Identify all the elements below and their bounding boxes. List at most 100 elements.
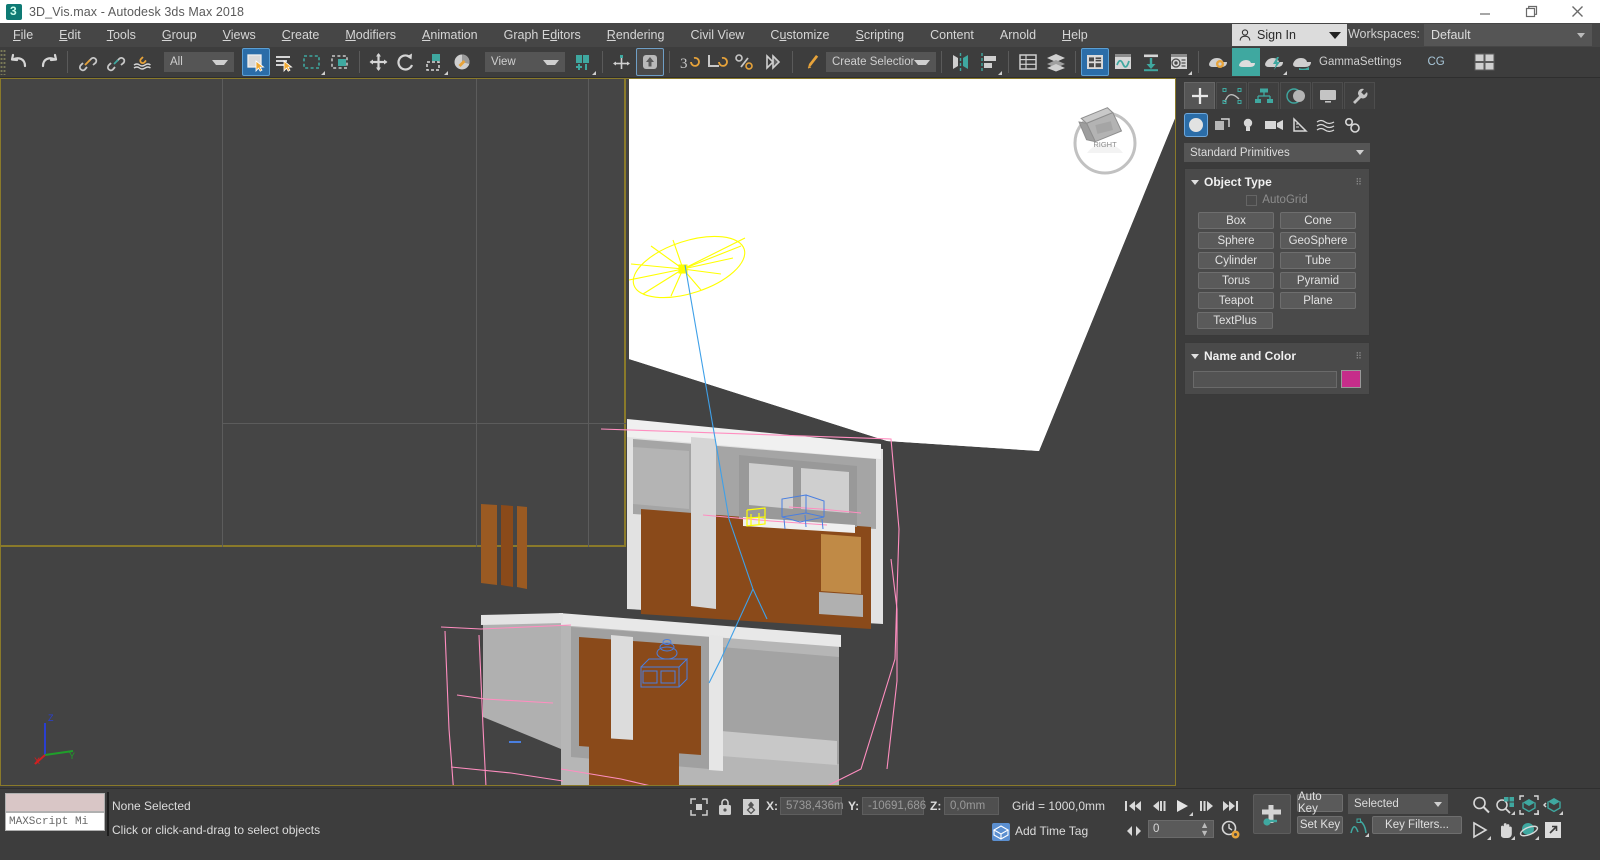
gamma-settings-label[interactable]: GammaSettings bbox=[1319, 56, 1401, 68]
chevron-down-icon[interactable] bbox=[1329, 31, 1341, 39]
chevron-down-icon[interactable] bbox=[1356, 150, 1364, 155]
undo-icon[interactable] bbox=[6, 48, 34, 76]
rendered-frame-window-icon[interactable] bbox=[1232, 48, 1260, 76]
goto-start-icon[interactable] bbox=[1122, 795, 1144, 817]
time-configuration-icon[interactable] bbox=[1219, 819, 1241, 841]
minimize-icon[interactable] bbox=[1462, 0, 1508, 23]
key-mode-toggle-icon[interactable] bbox=[1124, 820, 1146, 842]
flyout-corner-icon[interactable] bbox=[1511, 836, 1515, 840]
unlink-selection-icon[interactable] bbox=[101, 48, 129, 76]
chevron-down-icon[interactable] bbox=[914, 59, 930, 65]
viewport[interactable]: RIGHT Z Y X bbox=[0, 78, 1176, 786]
previous-frame-icon[interactable] bbox=[1148, 795, 1170, 817]
select-object-icon[interactable] bbox=[242, 48, 270, 76]
maximize-viewport-icon[interactable] bbox=[1542, 819, 1564, 841]
workspace-dropdown[interactable]: Default bbox=[1424, 24, 1592, 46]
object-type-header[interactable]: Object Type ⠿ bbox=[1185, 173, 1369, 191]
flyout-corner-icon[interactable] bbox=[1559, 811, 1563, 815]
lightbulb-icon[interactable] bbox=[1236, 113, 1260, 137]
pan-view-icon[interactable] bbox=[1494, 819, 1516, 841]
space-warp-waves-icon[interactable] bbox=[1314, 113, 1338, 137]
menu-customize[interactable]: Customize bbox=[757, 23, 842, 47]
teapot-button[interactable]: Teapot bbox=[1198, 292, 1274, 309]
motion-tab[interactable] bbox=[1280, 82, 1311, 109]
named-selection-sets-dropdown[interactable]: Create Selection Se bbox=[826, 52, 936, 72]
utilities-tab[interactable] bbox=[1344, 82, 1375, 109]
menu-tools[interactable]: Tools bbox=[94, 23, 149, 47]
shapes-button[interactable] bbox=[1210, 113, 1234, 137]
zoom-all-icon[interactable] bbox=[1494, 794, 1516, 816]
bind-to-space-warp-icon[interactable] bbox=[129, 48, 157, 76]
create-tab[interactable] bbox=[1184, 82, 1215, 109]
autogrid-row[interactable]: AutoGrid bbox=[1185, 191, 1369, 209]
flyout-corner-icon[interactable] bbox=[444, 71, 448, 75]
field-of-view-icon[interactable] bbox=[1470, 819, 1492, 841]
use-pivot-point-center-icon[interactable] bbox=[569, 48, 597, 76]
set-key-button[interactable]: Set Key bbox=[1297, 816, 1343, 834]
rollout-grip-icon[interactable]: ⠿ bbox=[1355, 177, 1363, 186]
plane-button[interactable]: Plane bbox=[1280, 292, 1356, 309]
view-cube[interactable]: RIGHT bbox=[1065, 101, 1145, 181]
menu-civil-view[interactable]: Civil View bbox=[677, 23, 757, 47]
scene-explorer-icon[interactable] bbox=[1042, 48, 1070, 76]
menu-group[interactable]: Group bbox=[149, 23, 210, 47]
rectangular-selection-region-icon[interactable] bbox=[298, 48, 326, 76]
schematic-view-icon[interactable] bbox=[1137, 48, 1165, 76]
menu-modifiers[interactable]: Modifiers bbox=[332, 23, 409, 47]
select-and-place-icon[interactable] bbox=[449, 48, 477, 76]
menu-scripting[interactable]: Scripting bbox=[842, 23, 917, 47]
menu-views[interactable]: Views bbox=[210, 23, 269, 47]
material-editor-icon[interactable] bbox=[1165, 48, 1193, 76]
chevron-down-icon[interactable] bbox=[1434, 801, 1442, 807]
textplus-button[interactable]: TextPlus bbox=[1197, 312, 1273, 329]
flyout-corner-icon[interactable] bbox=[592, 71, 596, 75]
auto-key-button[interactable]: Auto Key bbox=[1297, 791, 1343, 815]
chevron-down-icon[interactable] bbox=[1577, 32, 1585, 38]
key-filter-dropdown[interactable]: Selected bbox=[1348, 794, 1448, 814]
menu-graph-editors[interactable]: Graph Editors bbox=[491, 23, 594, 47]
systems-gears-icon[interactable] bbox=[1340, 113, 1364, 137]
align-icon[interactable] bbox=[975, 48, 1003, 76]
box-button[interactable]: Box bbox=[1198, 212, 1274, 229]
render-setup-icon[interactable] bbox=[1204, 48, 1232, 76]
cone-button[interactable]: Cone bbox=[1280, 212, 1356, 229]
sphere-button[interactable]: Sphere bbox=[1198, 232, 1274, 249]
select-and-move-icon[interactable] bbox=[365, 48, 393, 76]
restore-icon[interactable] bbox=[1508, 0, 1554, 23]
toggle-ribbon-icon[interactable] bbox=[1081, 48, 1109, 76]
maxscript-mini-listener[interactable]: MAXScript Mi bbox=[5, 793, 105, 831]
display-tab[interactable] bbox=[1312, 82, 1343, 109]
menu-content[interactable]: Content bbox=[917, 23, 987, 47]
sign-in-button[interactable]: Sign In bbox=[1232, 24, 1347, 46]
select-and-link-icon[interactable] bbox=[73, 48, 101, 76]
select-and-scale-icon[interactable] bbox=[421, 48, 449, 76]
flyout-corner-icon[interactable] bbox=[1189, 812, 1193, 816]
select-and-manipulate-icon[interactable] bbox=[608, 48, 636, 76]
zoom-icon[interactable] bbox=[1470, 794, 1492, 816]
z-coordinate-input[interactable]: 0,0mm bbox=[944, 797, 999, 815]
viewport-layouts-icon[interactable] bbox=[1471, 48, 1499, 76]
set-keys-button[interactable] bbox=[1253, 794, 1291, 834]
spinner-snap-toggle-icon[interactable] bbox=[731, 48, 759, 76]
flyout-corner-icon[interactable] bbox=[1365, 833, 1369, 837]
redo-icon[interactable] bbox=[34, 48, 62, 76]
geosphere-button[interactable]: GeoSphere bbox=[1280, 232, 1356, 249]
flyout-corner-icon[interactable] bbox=[1535, 836, 1539, 840]
geometry-button[interactable] bbox=[1184, 113, 1208, 137]
zoom-region-icon[interactable] bbox=[1542, 794, 1564, 816]
default-in-out-tangents-icon[interactable] bbox=[1348, 816, 1370, 838]
menu-create[interactable]: Create bbox=[269, 23, 333, 47]
object-category-dropdown[interactable]: Standard Primitives bbox=[1184, 143, 1370, 162]
cg-label[interactable]: CG bbox=[1427, 56, 1444, 68]
render-production-icon[interactable] bbox=[1260, 48, 1288, 76]
menu-help[interactable]: Help bbox=[1049, 23, 1101, 47]
flyout-corner-icon[interactable] bbox=[1487, 836, 1491, 840]
reference-coordinate-system-dropdown[interactable]: View bbox=[485, 52, 565, 72]
maxscript-input-field[interactable]: MAXScript Mi bbox=[5, 812, 105, 831]
camera-icon[interactable] bbox=[1262, 113, 1286, 137]
hierarchy-tab[interactable] bbox=[1248, 82, 1279, 109]
next-frame-icon[interactable] bbox=[1196, 795, 1218, 817]
selected-object-gizmo[interactable] bbox=[743, 504, 777, 538]
menu-arnold[interactable]: Arnold bbox=[987, 23, 1049, 47]
chevron-down-icon[interactable] bbox=[543, 59, 559, 65]
